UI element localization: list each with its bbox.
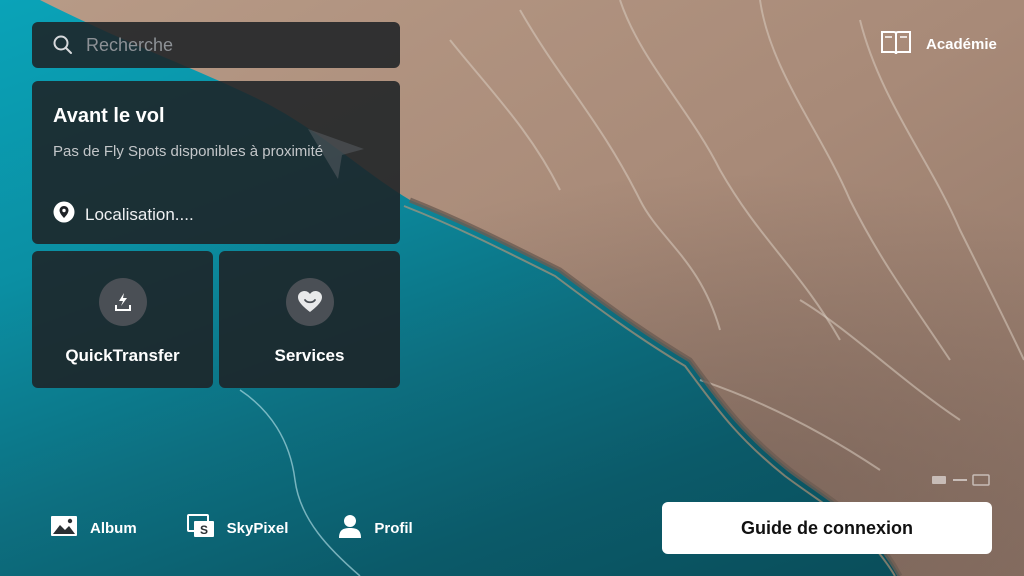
search-placeholder: Recherche (86, 34, 174, 55)
nav-album[interactable]: Album (50, 515, 137, 542)
device-indicator-icons (931, 474, 991, 486)
nav-profile[interactable]: Profil (338, 514, 413, 543)
services-label: Services (274, 346, 345, 365)
academie-label: Académie (926, 36, 997, 53)
location-status: Localisation.... (85, 204, 194, 224)
svg-text:S: S (200, 523, 208, 537)
pre-flight-subtitle: Pas de Fly Spots disponibles à proximité (53, 143, 324, 160)
quicktransfer-tile[interactable]: QuickTransfer (32, 251, 213, 388)
skypixel-label: SkyPixel (226, 520, 289, 537)
pre-flight-title: Avant le vol (53, 105, 165, 127)
services-tile[interactable]: Services (219, 251, 400, 388)
book-icon (880, 28, 912, 61)
connection-guide-button[interactable]: Guide de connexion (662, 502, 992, 554)
location-pin-icon (53, 201, 75, 228)
nav-skypixel[interactable]: S SkyPixel (186, 514, 289, 543)
search-bar[interactable]: Recherche (32, 22, 400, 68)
album-label: Album (90, 520, 137, 537)
quicktransfer-label: QuickTransfer (65, 346, 180, 365)
profile-icon (338, 514, 362, 543)
bottom-nav: Album S SkyPixel Profil (50, 514, 463, 543)
services-heart-icon (285, 278, 334, 326)
pre-flight-card[interactable]: Avant le vol Pas de Fly Spots disponible… (32, 81, 400, 244)
location-row: Localisation.... (53, 201, 194, 228)
profile-label: Profil (374, 520, 413, 537)
academie-link[interactable]: Académie (880, 28, 997, 61)
quicktransfer-icon (98, 278, 147, 326)
album-icon (50, 515, 78, 542)
controller-icon (932, 474, 990, 486)
skypixel-icon: S (186, 514, 215, 543)
search-icon (52, 34, 74, 56)
